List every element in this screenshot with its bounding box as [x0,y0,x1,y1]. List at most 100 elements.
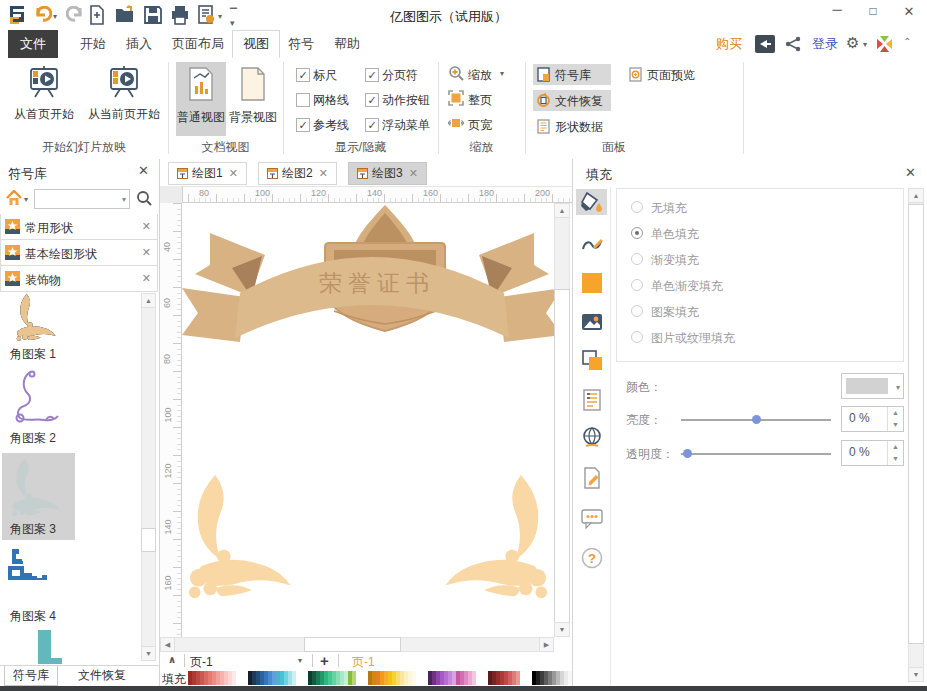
texture-fill-radio[interactable] [631,331,643,343]
doc-tab-2[interactable]: 绘图2 ✕ [258,162,337,185]
shape-properties-icon[interactable] [581,389,603,411]
normal-view-button[interactable]: 普通视图 [176,62,226,136]
page-name[interactable]: 页-1 [190,654,213,671]
transparency-slider[interactable] [681,453,831,455]
buy-button[interactable]: 购买 [716,30,742,58]
brightness-slider-thumb[interactable] [752,415,761,424]
symbol-item-1[interactable]: 角图案 1 [2,293,75,360]
doc-tab-close-icon[interactable]: ✕ [319,167,328,180]
redo-icon[interactable] [66,6,84,22]
transparency-slider-thumb[interactable] [683,449,692,458]
note-edit-icon[interactable] [581,467,603,489]
doc-tab-close-icon[interactable]: ✕ [229,167,238,180]
comment-icon[interactable] [581,507,603,529]
home-dropdown[interactable]: ▾ [24,195,28,204]
scroll-left-icon[interactable]: ◀ [160,637,175,652]
no-fill-radio[interactable] [631,201,643,213]
left-panel-close-icon[interactable]: ✕ [138,163,149,178]
background-view-button[interactable]: 背景视图 [228,62,278,136]
scroll-down-icon[interactable]: ▼ [908,667,924,682]
transparency-spinbox[interactable]: 0 % ▲▼ [841,440,904,466]
line-style-icon[interactable] [581,233,603,255]
open-folder-icon[interactable] [114,5,136,25]
home-icon[interactable] [5,190,23,206]
zoom-dropdown[interactable]: ▾ [500,69,504,78]
page-preview-button[interactable]: 页面预览 [625,64,711,85]
add-page-icon[interactable]: + [320,652,329,669]
scroll-thumb[interactable] [141,528,156,552]
page-tab[interactable]: 页-1 [352,654,375,671]
scroll-thumb[interactable] [554,289,570,623]
certificate-badge[interactable]: 荣誉证书 [182,205,554,342]
symbol-search-input[interactable]: ▾ [34,189,130,209]
share-icon[interactable] [785,36,801,52]
actionbutton-checkbox[interactable]: ✓ [365,93,379,107]
image-fill-icon[interactable] [581,311,603,333]
spin-up-icon[interactable]: ▲ [888,441,903,453]
section-basic-shapes[interactable]: 基本绘图形状 ✕ [0,240,158,266]
export-icon[interactable] [196,5,216,25]
spin-down-icon[interactable]: ▼ [888,419,903,431]
login-button[interactable]: 登录 [812,30,838,58]
menu-symbol[interactable]: 符号 [278,30,324,58]
shape-data-button[interactable]: 形状数据 [533,116,611,137]
menu-start[interactable]: 开始 [70,30,116,58]
customize-toolbar-icon[interactable]: ▔▾ [230,8,237,28]
section-decorations[interactable]: 装饰物 ✕ [0,266,158,292]
scroll-up-icon[interactable]: ▲ [141,293,156,308]
print-icon[interactable] [170,5,190,25]
doc-tab-close-icon[interactable]: ✕ [409,167,418,180]
symbol-list-scrollbar[interactable]: ▲ ▼ [141,293,156,661]
pattern-fill-radio[interactable] [631,305,643,317]
gradient-fill-radio[interactable] [631,253,643,265]
corner-flourish-right[interactable] [445,475,547,598]
start-from-current-button[interactable]: 从当前页开始 [82,62,166,134]
canvas-vertical-scrollbar[interactable]: ▲ ▼ [554,203,570,637]
menu-file[interactable]: 文件 [8,30,58,58]
color-swatch-icon[interactable] [582,273,602,293]
undo-dropdown[interactable]: ▾ [53,12,57,21]
scroll-thumb[interactable] [908,204,924,644]
canvas-horizontal-scrollbar[interactable]: ◀ ▶ [160,637,554,652]
search-input-dropdown[interactable]: ▾ [122,195,126,204]
collapse-ribbon-icon[interactable]: ⌃ [903,36,911,47]
file-recovery-toggle[interactable]: 文件恢复 [533,90,611,111]
undo-icon[interactable] [34,6,52,22]
section-common-shapes[interactable]: 常用形状 ✕ [0,214,158,240]
scroll-down-icon[interactable]: ▼ [141,646,156,661]
guideline-checkbox[interactable]: ✓ [296,118,310,132]
settings-gear-icon[interactable]: ⚙ [846,34,859,52]
help-icon[interactable]: ? [581,547,603,569]
scroll-up-icon[interactable]: ▲ [908,188,924,203]
symbol-item-4[interactable]: 角图案 4 [2,547,75,620]
close-button[interactable]: ✕ [896,4,922,28]
scroll-down-icon[interactable]: ▼ [554,622,570,637]
color-dropdown[interactable]: ▾ [841,373,904,399]
floatmenu-checkbox[interactable]: ✓ [365,118,379,132]
scroll-up-icon[interactable]: ▲ [554,203,570,218]
fill-panel-close-icon[interactable]: ✕ [905,165,916,180]
solid-fill-radio[interactable] [631,227,643,239]
brightness-spinbox[interactable]: 0 % ▲▼ [841,406,904,432]
menu-view[interactable]: 视图 [232,30,280,58]
pages-collapse-icon[interactable]: ∧ [168,654,176,665]
menu-insert[interactable]: 插入 [116,30,162,58]
doc-tab-3[interactable]: 绘图3 ✕ [348,162,427,185]
section-close-icon[interactable]: ✕ [142,272,151,285]
scroll-right-icon[interactable]: ▶ [539,637,554,652]
symbol-item-2[interactable]: 角图案 2 [2,368,75,444]
start-from-first-button[interactable]: 从首页开始 [8,62,80,134]
hyperlink-globe-icon[interactable] [581,427,603,449]
menu-help[interactable]: 帮助 [324,30,370,58]
symbol-item-5-partial[interactable] [36,630,76,665]
ruler-checkbox[interactable]: ✓ [296,68,310,82]
mono-gradient-fill-radio[interactable] [631,279,643,291]
new-document-icon[interactable] [88,5,106,25]
section-close-icon[interactable]: ✕ [142,220,151,233]
save-icon[interactable] [143,5,163,25]
scroll-thumb[interactable] [304,637,401,652]
spin-down-icon[interactable]: ▼ [888,453,903,465]
menu-pagelayout[interactable]: 页面布局 [162,30,234,58]
symbol-library-toggle[interactable]: 符号库 [533,64,611,85]
page-dropdown[interactable]: ▾ [298,656,302,665]
